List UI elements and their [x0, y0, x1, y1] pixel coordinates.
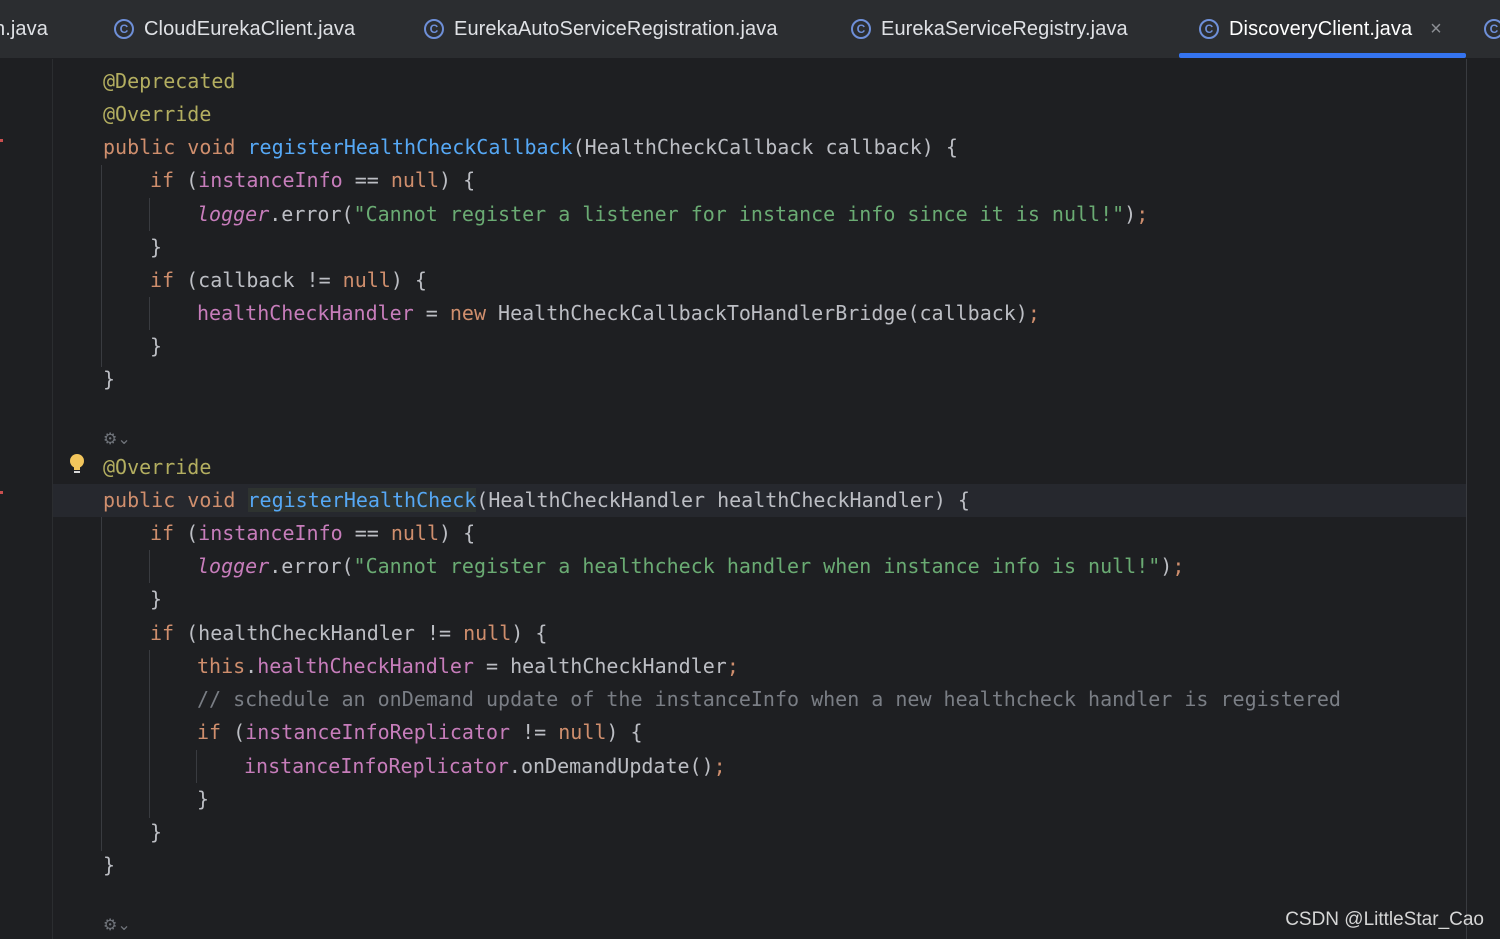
tab-label: EurekaAutoServiceRegistration.java	[454, 17, 778, 40]
class-icon: C	[114, 19, 134, 39]
tab-eureka-auto-service-registration[interactable]: C EurekaAutoServiceRegistration.java	[424, 0, 778, 58]
tab-eureka-service-registry[interactable]: C EurekaServiceRegistry.java	[851, 0, 1128, 58]
indent-guide	[149, 297, 150, 330]
class-icon: C	[851, 19, 871, 39]
tab-cloud-eureka-client[interactable]: C CloudEurekaClient.java	[114, 0, 355, 58]
editor-tab-bar: n.java C CloudEurekaClient.java C Eureka…	[0, 0, 1500, 59]
tab-discovery-client[interactable]: C DiscoveryClient.java ×	[1179, 0, 1466, 58]
code-line: if (healthCheckHandler != null) {	[150, 621, 548, 645]
watermark: CSDN @LittleStar_Cao	[1285, 909, 1484, 930]
right-margin-guide	[1466, 59, 1467, 939]
indent-guide	[149, 650, 150, 818]
change-marker	[0, 139, 3, 142]
code-line: }	[150, 587, 163, 611]
code-line: if (instanceInfo == null) {	[150, 521, 476, 545]
code-line: logger.error("Cannot register a healthch…	[197, 554, 1185, 578]
tab-label: n.java	[0, 17, 48, 40]
code-line: }	[103, 853, 116, 877]
class-icon: C	[1199, 19, 1219, 39]
lightbulb-icon[interactable]	[68, 453, 86, 477]
indent-guide	[149, 550, 150, 583]
tab-overflow[interactable]: C	[1484, 0, 1500, 58]
tab-label: DiscoveryClient.java	[1229, 17, 1413, 40]
code-line: }	[197, 787, 210, 811]
code-line: }	[103, 367, 116, 391]
code-line: if (instanceInfoReplicator != null) {	[197, 720, 643, 744]
code-line: }	[150, 820, 163, 844]
code-line: @Deprecated	[103, 69, 236, 93]
indent-guide	[196, 750, 197, 783]
tab-label: CloudEurekaClient.java	[144, 17, 356, 40]
method-fold-icon[interactable]: ⚙⌄	[103, 429, 131, 448]
change-marker	[0, 491, 3, 494]
code-line: this.healthCheckHandler = healthCheckHan…	[197, 654, 739, 678]
tab-label: EurekaServiceRegistry.java	[881, 17, 1128, 40]
code-line: }	[150, 235, 163, 259]
code-line: }	[150, 334, 163, 358]
class-icon: C	[424, 19, 444, 39]
tab-partial-java[interactable]: n.java	[0, 0, 48, 58]
code-line: if (instanceInfo == null) {	[150, 168, 476, 192]
code-line: @Override	[103, 455, 212, 479]
code-line: instanceInfoReplicator.onDemandUpdate();	[244, 754, 726, 778]
indent-guide	[101, 517, 102, 851]
class-icon: C	[1484, 19, 1500, 39]
code-line: if (callback != null) {	[150, 268, 427, 292]
code-editor[interactable]: @Deprecated @Override public void regist…	[0, 59, 1500, 939]
method-fold-icon[interactable]: ⚙⌄	[103, 915, 131, 934]
close-icon[interactable]: ×	[1430, 18, 1442, 41]
code-line: public void registerHealthCheck(HealthCh…	[103, 488, 970, 512]
code-line: healthCheckHandler = new HealthCheckCall…	[197, 301, 1040, 325]
active-tab-indicator	[1179, 53, 1466, 58]
indent-guide	[149, 198, 150, 231]
code-line: @Override	[103, 102, 212, 126]
indent-guide	[101, 165, 102, 367]
code-line: logger.error("Cannot register a listener…	[197, 202, 1149, 226]
code-comment: // schedule an onDemand update of the in…	[197, 687, 1341, 711]
code-line: public void registerHealthCheckCallback(…	[103, 135, 958, 159]
